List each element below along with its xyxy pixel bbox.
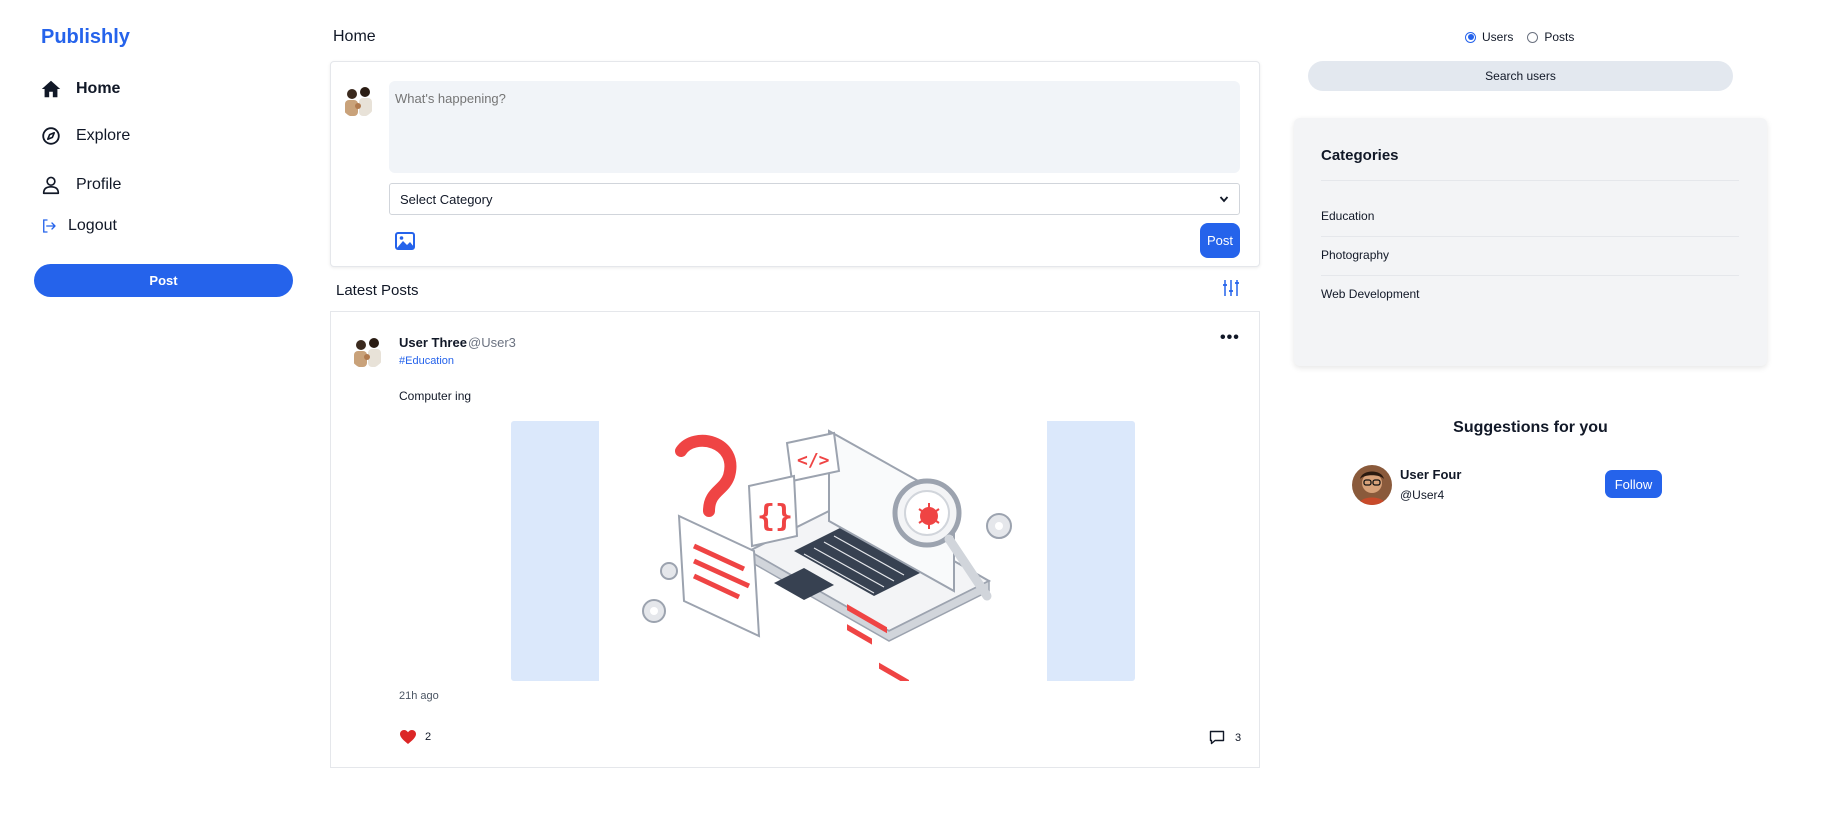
avatar[interactable] bbox=[1352, 465, 1392, 505]
radio-users[interactable] bbox=[1465, 31, 1476, 43]
post-category-tag[interactable]: #Education bbox=[399, 355, 454, 367]
sidebar-item-label: Logout bbox=[68, 217, 117, 234]
sidebar-item-logout[interactable]: Logout bbox=[40, 217, 117, 235]
post-card: User Three @User3 #Education ••• Compute… bbox=[330, 311, 1260, 768]
user-icon bbox=[42, 176, 60, 195]
divider bbox=[1321, 275, 1739, 276]
category-select[interactable]: Select Category bbox=[389, 183, 1240, 215]
sidebar-item-label: Profile bbox=[76, 176, 122, 193]
sidebar-post-button[interactable]: Post bbox=[34, 264, 293, 297]
search-users-button[interactable]: Search users bbox=[1308, 61, 1733, 91]
post-composer: Select Category Post bbox=[330, 61, 1260, 267]
svg-text:{}: {} bbox=[757, 499, 793, 534]
post-text-input[interactable] bbox=[389, 81, 1240, 173]
category-item-education[interactable]: Education bbox=[1321, 209, 1374, 223]
search-mode-posts[interactable]: Posts bbox=[1527, 30, 1574, 44]
post-text: Computer ing bbox=[399, 389, 472, 403]
like-button[interactable]: 2 bbox=[399, 729, 431, 745]
category-select-value: Select Category bbox=[400, 191, 493, 207]
post-author-name[interactable]: User Three bbox=[399, 335, 467, 350]
suggested-user-handle: @User4 bbox=[1400, 488, 1445, 502]
post-timestamp: 21h ago bbox=[399, 690, 439, 702]
category-item-web-development[interactable]: Web Development bbox=[1321, 287, 1420, 301]
suggestions-title: Suggestions for you bbox=[1453, 419, 1608, 436]
radio-posts-label: Posts bbox=[1544, 30, 1575, 44]
like-count: 2 bbox=[425, 731, 432, 743]
avatar bbox=[340, 82, 376, 118]
categories-panel: Categories Education Photography Web Dev… bbox=[1294, 118, 1767, 366]
divider bbox=[1321, 180, 1739, 181]
post-author-handle: @User3 bbox=[468, 335, 516, 350]
search-mode-group: Users Posts bbox=[1465, 30, 1574, 44]
laptop-debug-illustration: </> {} bbox=[642, 429, 1012, 681]
radio-users-label: Users bbox=[1482, 30, 1514, 44]
avatar[interactable] bbox=[349, 333, 385, 369]
suggested-user-name[interactable]: User Four bbox=[1400, 467, 1461, 482]
image-upload-icon[interactable] bbox=[395, 232, 415, 250]
logout-icon bbox=[43, 219, 56, 233]
heart-icon bbox=[400, 730, 416, 744]
comment-count: 3 bbox=[1235, 731, 1242, 744]
more-options-icon[interactable]: ••• bbox=[1220, 329, 1240, 347]
filter-sliders-icon[interactable] bbox=[1221, 278, 1241, 298]
sidebar-item-label: Explore bbox=[76, 127, 131, 144]
radio-posts[interactable] bbox=[1527, 31, 1539, 43]
sidebar-item-home[interactable]: Home bbox=[40, 78, 120, 100]
sidebar-item-explore[interactable]: Explore bbox=[40, 125, 130, 147]
divider bbox=[1321, 236, 1739, 237]
post-image[interactable]: </> {} bbox=[511, 421, 1135, 681]
compass-icon bbox=[42, 127, 60, 145]
category-item-photography[interactable]: Photography bbox=[1321, 248, 1389, 262]
sidebar-item-profile[interactable]: Profile bbox=[40, 174, 121, 196]
app-root: Publishly Home Explore Profile Logout Po… bbox=[0, 0, 1825, 817]
comment-icon bbox=[1209, 730, 1225, 745]
svg-text:</>: </> bbox=[797, 450, 830, 471]
categories-title: Categories bbox=[1321, 147, 1399, 164]
latest-posts-title: Latest Posts bbox=[336, 282, 419, 299]
composer-post-button[interactable]: Post bbox=[1200, 223, 1240, 258]
sidebar-item-label: Home bbox=[76, 80, 121, 97]
chevron-down-icon bbox=[1219, 196, 1229, 203]
page-title: Home bbox=[333, 28, 376, 45]
comment-button[interactable]: 3 bbox=[1209, 730, 1241, 745]
home-icon bbox=[41, 80, 61, 98]
brand-logo[interactable]: Publishly bbox=[41, 26, 130, 49]
search-mode-users[interactable]: Users bbox=[1465, 30, 1513, 44]
follow-button[interactable]: Follow bbox=[1605, 470, 1662, 498]
